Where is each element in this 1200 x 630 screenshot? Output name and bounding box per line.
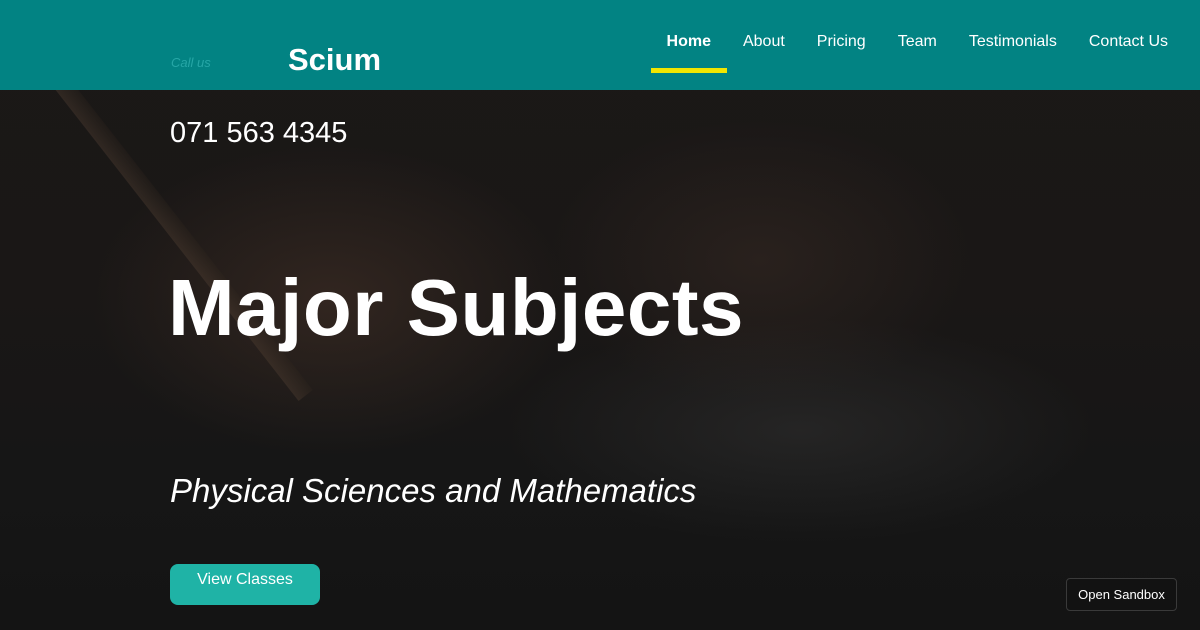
call-us-label: Call us <box>171 55 211 70</box>
nav-item-team[interactable]: Team <box>882 0 953 73</box>
brand-logo[interactable]: Scium <box>288 42 381 78</box>
nav-item-home[interactable]: Home <box>650 0 728 73</box>
hero-title: Major Subjects <box>168 263 745 352</box>
nav-item-testimonials[interactable]: Testimonials <box>953 0 1073 73</box>
main-nav: Home About Pricing Team Testimonials Con… <box>650 0 1184 90</box>
phone-number: 071 563 4345 <box>170 117 348 149</box>
hero-subtitle: Physical Sciences and Mathematics <box>170 472 697 509</box>
nav-item-contact-us[interactable]: Contact Us <box>1073 0 1184 73</box>
open-sandbox-button[interactable]: Open Sandbox <box>1066 578 1177 611</box>
view-classes-button[interactable]: View Classes <box>170 564 320 605</box>
nav-item-pricing[interactable]: Pricing <box>801 0 882 73</box>
nav-item-about[interactable]: About <box>727 0 801 73</box>
navbar: Call us Scium Home About Pricing Team Te… <box>0 0 1200 90</box>
